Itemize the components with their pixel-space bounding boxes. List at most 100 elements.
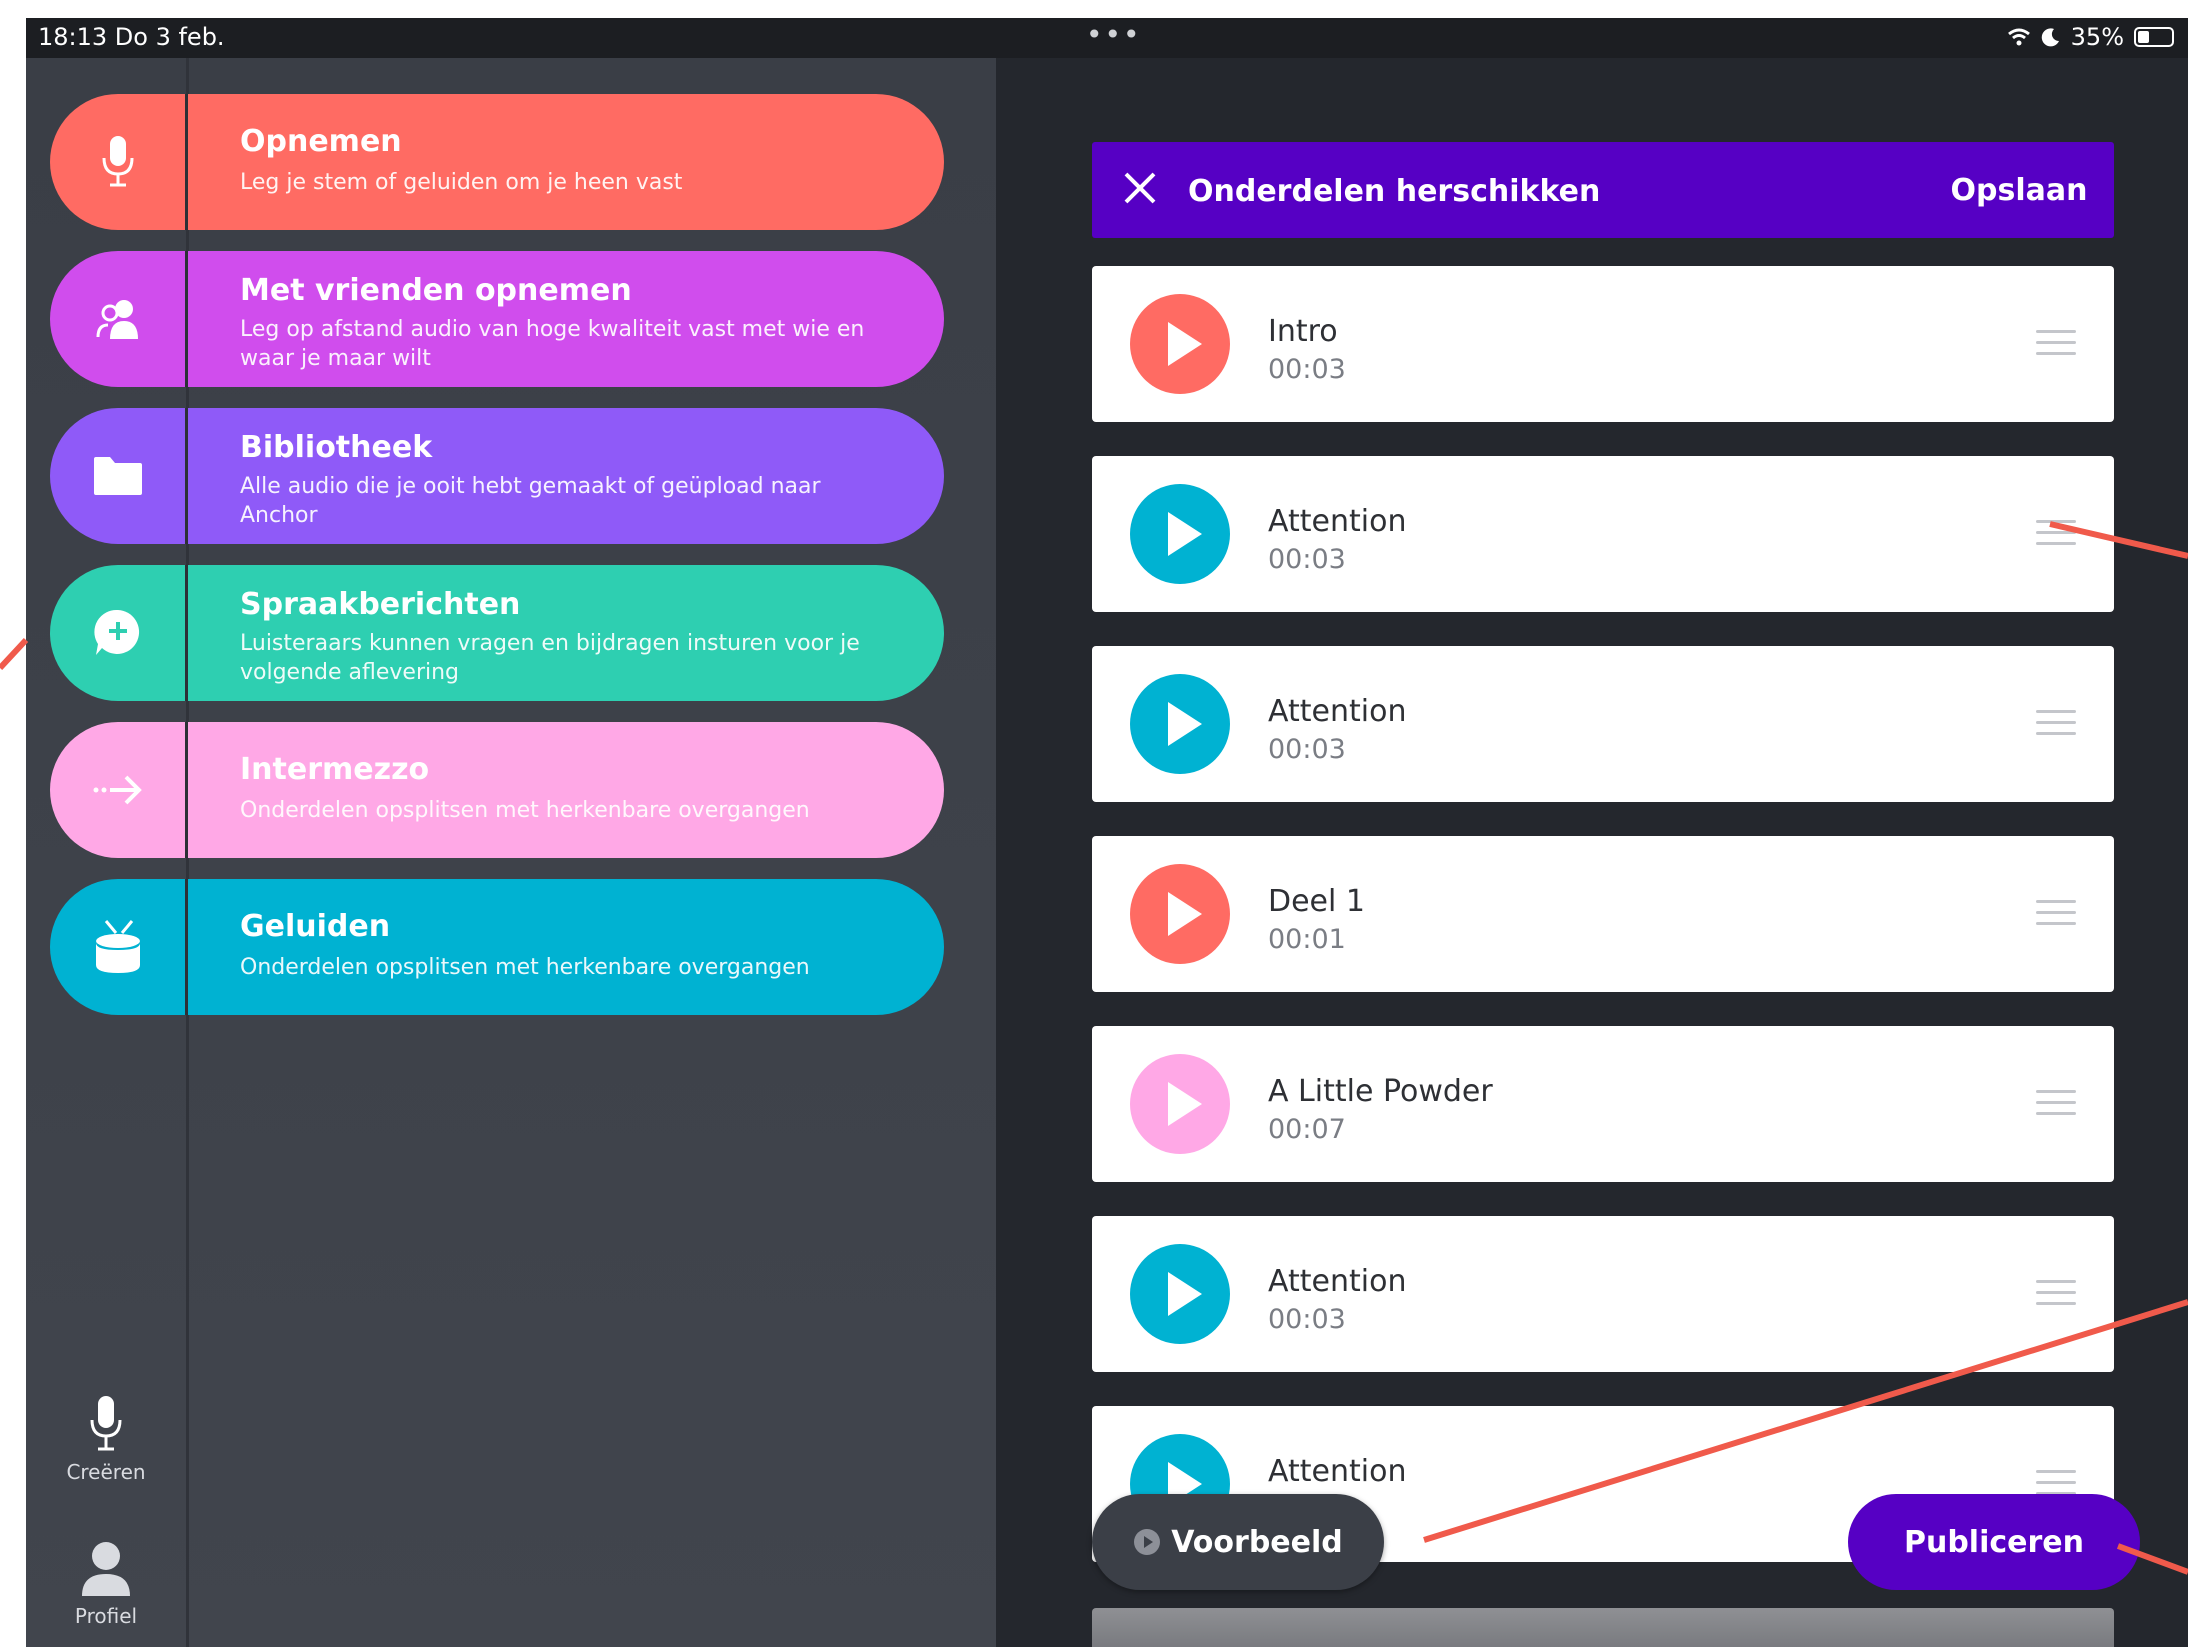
segment-name: Deel 1 (1268, 884, 1365, 919)
drag-handle-icon[interactable] (2036, 1090, 2076, 1118)
nav-create-label: Creëren (66, 1460, 146, 1484)
drag-handle-icon[interactable] (2036, 520, 2076, 548)
segment-name: A Little Powder (1268, 1074, 1493, 1109)
transition-arrow-icon (93, 775, 142, 805)
play-button[interactable] (1130, 674, 1230, 774)
menu-item-spraakberichten[interactable]: Spraakberichten Luisteraars kunnen vrage… (50, 565, 944, 701)
person-icon (82, 1542, 130, 1596)
menu-item-opnemen[interactable]: Opnemen Leg je stem of geluiden om je he… (50, 94, 944, 230)
menu-item-title: Spraakberichten (240, 587, 521, 622)
segment-duration: 00:07 (1268, 1114, 1346, 1145)
segment-name: Attention (1268, 504, 1407, 539)
menu-item-desc: Luisteraars kunnen vragen en bijdragen i… (240, 631, 860, 685)
segment-duration: 00:03 (1268, 544, 1346, 575)
menu-item-title: Met vrienden opnemen (240, 273, 632, 308)
segment-name: Attention (1268, 1264, 1407, 1299)
segment-name: Intro (1268, 314, 1338, 349)
segment-row[interactable]: A Little Powder 00:07 (1092, 1026, 2114, 1182)
icon-zone (50, 722, 186, 858)
wifi-icon (2007, 28, 2030, 46)
icon-zone (50, 94, 186, 230)
card-divider (185, 565, 188, 701)
microphone-icon (102, 136, 134, 187)
segment-row[interactable]: Deel 1 00:01 (1092, 836, 2114, 992)
card-divider (185, 251, 188, 387)
play-icon (1168, 702, 1202, 746)
play-circle-icon (1134, 1529, 1161, 1555)
multitasking-dots[interactable]: ••• (1086, 18, 1142, 51)
annotation-line (0, 637, 29, 671)
message-plus-icon (94, 609, 140, 655)
play-button[interactable] (1130, 484, 1230, 584)
menu-item-title: Opnemen (240, 124, 402, 159)
status-bar: 18:13 Do 3 feb. ••• 35% (26, 18, 2188, 58)
status-indicators: 35% (2007, 23, 2174, 51)
segment-row[interactable]: Attention 00:03 (1092, 456, 2114, 612)
folder-icon (94, 457, 142, 495)
segment-row[interactable]: Intro 00:03 (1092, 266, 2114, 422)
moon-icon (2041, 28, 2059, 47)
reorder-title: Onderdelen herschikken (1188, 174, 1601, 209)
menu-item-desc: Leg op afstand audio van hoge kwaliteit … (240, 317, 865, 371)
icon-zone (50, 565, 186, 701)
play-button[interactable] (1130, 864, 1230, 964)
menu-item-geluiden[interactable]: Geluiden Onderdelen opsplitsen met herke… (50, 879, 944, 1015)
menu-item-met-vrienden-opnemen[interactable]: Met vrienden opnemen Leg op afstand audi… (50, 251, 944, 387)
play-button[interactable] (1130, 1244, 1230, 1344)
drag-handle-icon[interactable] (2036, 710, 2076, 738)
preview-button[interactable]: Voorbeeld (1092, 1494, 1384, 1590)
icon-zone (50, 408, 186, 544)
segment-row[interactable]: Attention 00:03 (1092, 1216, 2114, 1372)
tablet-screen: 18:13 Do 3 feb. ••• 35% Opnemen Leg je s… (26, 18, 2188, 1647)
segment-duration: 00:03 (1268, 1304, 1346, 1335)
play-icon (1168, 512, 1202, 556)
close-icon[interactable] (1120, 168, 1160, 208)
play-icon (1168, 1082, 1202, 1126)
segment-row[interactable]: Attention 00:03 (1092, 646, 2114, 802)
reorder-panel: Onderdelen herschikken Opslaan Intro 00:… (996, 58, 2188, 1647)
menu-item-desc: Alle audio die je ooit hebt gemaakt of g… (240, 474, 821, 528)
card-divider (185, 408, 188, 544)
save-button[interactable]: Opslaan (1924, 142, 2114, 238)
people-icon (96, 300, 138, 339)
card-divider (185, 722, 188, 858)
drum-icon (96, 920, 140, 973)
segment-duration: 00:03 (1268, 354, 1346, 385)
menu-item-title: Intermezzo (240, 752, 430, 787)
list-scroll-fade (1092, 1608, 2114, 1647)
segment-duration: 00:03 (1268, 734, 1346, 765)
segment-name: Attention (1268, 1454, 1407, 1489)
segment-duration: 00:01 (1268, 924, 1346, 955)
publish-button[interactable]: Publiceren (1848, 1494, 2140, 1590)
menu-item-intermezzo[interactable]: Intermezzo Onderdelen opsplitsen met her… (50, 722, 944, 858)
preview-label: Voorbeeld (1171, 1524, 1343, 1560)
reorder-header: Onderdelen herschikken Opslaan (1092, 142, 2114, 238)
icon-zone (50, 251, 186, 387)
drag-handle-icon[interactable] (2036, 900, 2076, 928)
card-divider (185, 94, 188, 230)
menu-item-title: Geluiden (240, 909, 391, 944)
segment-name: Attention (1268, 694, 1407, 729)
menu-item-desc: Leg je stem of geluiden om je heen vast (240, 170, 683, 195)
play-button[interactable] (1130, 294, 1230, 394)
play-icon (1168, 322, 1202, 366)
create-menu-panel: Opnemen Leg je stem of geluiden om je he… (26, 58, 996, 1647)
status-time-date: 18:13 Do 3 feb. (38, 23, 225, 51)
nav-profile[interactable]: Profiel (26, 1538, 186, 1628)
play-icon (1168, 892, 1202, 936)
nav-profile-label: Profiel (74, 1604, 138, 1628)
microphone-icon (90, 1396, 122, 1451)
drag-handle-icon[interactable] (2036, 1280, 2076, 1308)
card-divider (185, 879, 188, 1015)
play-button[interactable] (1130, 1054, 1230, 1154)
menu-item-bibliotheek[interactable]: Bibliotheek Alle audio die je ooit hebt … (50, 408, 944, 544)
nav-create[interactable]: Creëren (26, 1394, 186, 1484)
menu-item-desc: Onderdelen opsplitsen met herkenbare ove… (240, 798, 810, 823)
menu-item-desc: Onderdelen opsplitsen met herkenbare ove… (240, 955, 810, 980)
play-icon (1168, 1272, 1202, 1316)
menu-item-title: Bibliotheek (240, 430, 433, 465)
battery-icon (2134, 27, 2174, 47)
icon-zone (50, 879, 186, 1015)
battery-percentage: 35% (2070, 23, 2124, 51)
drag-handle-icon[interactable] (2036, 330, 2076, 358)
